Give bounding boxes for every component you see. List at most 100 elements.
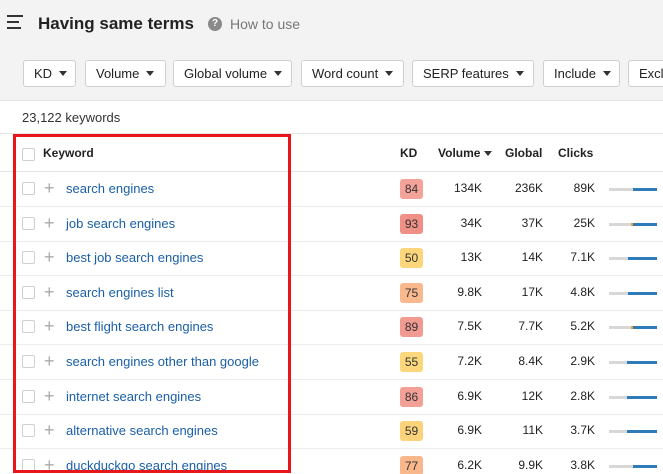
- table-row: + job search engines 93 34K 37K 25K: [0, 207, 663, 242]
- table-row: + best flight search engines 89 7.5K 7.7K 5.2…: [0, 310, 663, 346]
- page-header: Having same terms ? How to use: [0, 0, 663, 48]
- filter-kd-label: KD: [34, 66, 53, 81]
- clicks-organic-segment: [627, 430, 657, 434]
- clicks-organic-segment: [633, 188, 657, 191]
- keyword-link[interactable]: search engines: [66, 181, 154, 196]
- help-icon[interactable]: ?: [208, 17, 222, 31]
- table-row: + search engines 84 134K 236K 89K: [0, 172, 663, 207]
- global-volume-value: 17K: [521, 284, 543, 299]
- add-to-list-icon[interactable]: +: [44, 386, 55, 406]
- add-to-list-icon[interactable]: +: [44, 178, 55, 198]
- table-row: + alternative search engines 59 6.9K 11K 3.7K: [0, 414, 663, 450]
- keyword-link[interactable]: search engines other than google: [66, 354, 259, 369]
- row-checkbox[interactable]: [22, 389, 35, 403]
- volume-value: 6.2K: [457, 457, 482, 472]
- filter-include-label: Include: [554, 66, 596, 81]
- global-volume-value: 14K: [521, 250, 543, 265]
- clicks-bar: [609, 326, 657, 330]
- kd-badge: 77: [400, 455, 423, 474]
- table-row: + search engines other than google 55 7.2K 8…: [0, 345, 663, 380]
- clicks-organic-segment: [627, 395, 657, 399]
- add-to-list-icon[interactable]: +: [44, 282, 55, 302]
- select-all-checkbox[interactable]: [22, 148, 35, 161]
- clicks-organic-segment: [633, 222, 657, 226]
- global-volume-value: 8.4K: [518, 354, 543, 368]
- row-checkbox[interactable]: [22, 285, 35, 299]
- chevron-down-icon: [59, 71, 68, 77]
- clicks-organic-segment: [633, 326, 657, 330]
- clicks-value: 2.8K: [570, 388, 595, 403]
- keyword-link[interactable]: alternative search engines: [66, 423, 218, 438]
- global-volume-value: 236K: [514, 181, 543, 195]
- row-checkbox[interactable]: [22, 216, 35, 230]
- clicks-value: 25K: [573, 215, 595, 230]
- add-to-list-icon[interactable]: +: [44, 351, 55, 371]
- volume-value: 7.2K: [457, 354, 482, 368]
- filter-serp-features-button[interactable]: SERP features: [412, 60, 534, 87]
- filter-global-volume-label: Global volume: [184, 66, 268, 81]
- clicks-organic-segment: [628, 291, 657, 295]
- kd-badge: 93: [400, 213, 423, 234]
- how-to-use-link[interactable]: How to use: [230, 16, 300, 32]
- keyword-link[interactable]: internet search engines: [66, 389, 201, 404]
- clicks-value: 7.1K: [570, 250, 595, 265]
- divider: [0, 100, 663, 101]
- add-to-list-icon[interactable]: +: [44, 455, 55, 474]
- filter-word-count-button[interactable]: Word count: [301, 60, 404, 87]
- add-to-list-icon[interactable]: +: [44, 247, 55, 267]
- menu-icon[interactable]: [7, 15, 23, 29]
- add-to-list-icon[interactable]: +: [44, 316, 55, 336]
- keyword-link[interactable]: best flight search engines: [66, 319, 213, 334]
- clicks-value: 4.8K: [570, 284, 595, 299]
- filter-exclude-button[interactable]: Excl: [628, 60, 663, 87]
- kd-badge: 75: [400, 282, 423, 303]
- global-volume-value: 9.9K: [518, 457, 543, 472]
- filter-bar: KD Volume Global volume Word count SERP …: [0, 48, 663, 100]
- keyword-link[interactable]: best job search engines: [66, 250, 203, 265]
- keyword-link[interactable]: duckduckgo search engines: [66, 458, 227, 473]
- table-row: + internet search engines 86 6.9K 12K 2.8K: [0, 380, 663, 415]
- table-row: + duckduckgo search engines 77 6.2K 9.9K 3.8K: [0, 449, 663, 474]
- volume-value: 34K: [460, 215, 482, 230]
- clicks-bar: [609, 257, 657, 261]
- clicks-organic-segment: [633, 464, 657, 468]
- column-header-keyword[interactable]: Keyword: [43, 146, 94, 160]
- column-header-clicks[interactable]: Clicks: [558, 146, 593, 160]
- column-header-volume-label: Volume: [438, 146, 481, 160]
- row-checkbox[interactable]: [22, 424, 35, 438]
- filter-include-button[interactable]: Include: [543, 60, 620, 87]
- row-checkbox[interactable]: [22, 458, 35, 472]
- table-header: Keyword KD Volume Global Clicks: [0, 134, 663, 172]
- keyword-link[interactable]: search engines list: [66, 285, 174, 300]
- volume-value: 6.9K: [457, 388, 482, 403]
- row-checkbox[interactable]: [22, 182, 35, 195]
- clicks-bar: [609, 188, 657, 191]
- global-volume-value: 37K: [521, 215, 543, 230]
- filter-exclude-label: Excl: [639, 66, 663, 81]
- clicks-bar: [609, 291, 657, 295]
- add-to-list-icon[interactable]: +: [44, 213, 55, 233]
- kd-badge: 55: [400, 352, 423, 372]
- column-header-kd[interactable]: KD: [400, 146, 417, 160]
- keyword-link[interactable]: job search engines: [66, 216, 175, 231]
- table-row: + search engines list 75 9.8K 17K 4.8K: [0, 276, 663, 311]
- volume-value: 13K: [460, 250, 482, 265]
- add-to-list-icon[interactable]: +: [44, 420, 55, 440]
- chevron-down-icon: [385, 71, 394, 77]
- clicks-value: 89K: [573, 181, 595, 195]
- clicks-bar: [609, 464, 657, 468]
- filter-global-volume-button[interactable]: Global volume: [173, 60, 292, 87]
- filter-serp-features-label: SERP features: [423, 66, 509, 81]
- row-checkbox[interactable]: [22, 320, 35, 334]
- chevron-down-icon: [274, 71, 283, 77]
- row-checkbox[interactable]: [22, 355, 35, 368]
- clicks-organic-segment: [627, 361, 657, 364]
- clicks-value: 2.9K: [570, 354, 595, 368]
- column-header-global[interactable]: Global: [505, 146, 542, 160]
- volume-value: 9.8K: [457, 284, 482, 299]
- filter-volume-label: Volume: [96, 66, 140, 81]
- row-checkbox[interactable]: [22, 251, 35, 265]
- column-header-volume[interactable]: Volume: [438, 146, 493, 160]
- filter-volume-button[interactable]: Volume: [85, 60, 166, 87]
- filter-kd-button[interactable]: KD: [23, 60, 76, 87]
